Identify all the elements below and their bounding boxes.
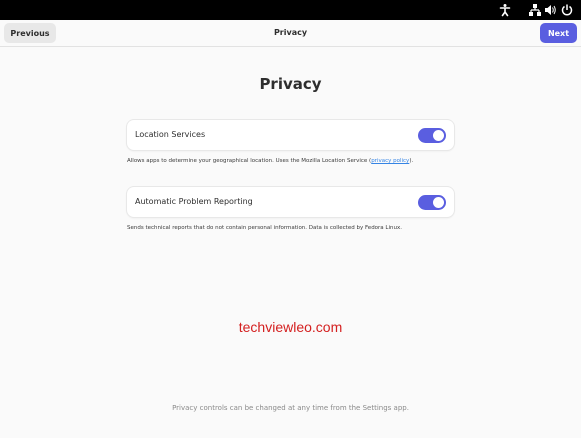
- location-services-label: Location Services: [135, 130, 206, 139]
- toggle-knob: [433, 130, 444, 141]
- location-services-description: Allows apps to determine your geographic…: [127, 158, 413, 164]
- problem-reporting-toggle[interactable]: [418, 195, 446, 210]
- accessibility-icon[interactable]: [498, 3, 512, 17]
- problem-reporting-label: Automatic Problem Reporting: [135, 197, 253, 206]
- location-desc-suffix: ).: [409, 158, 414, 164]
- toggle-knob: [433, 197, 444, 208]
- footer-note: Privacy controls can be changed at any t…: [172, 404, 409, 412]
- top-bar: [0, 0, 581, 20]
- page-title: Privacy: [259, 75, 322, 93]
- problem-reporting-row[interactable]: Automatic Problem Reporting: [127, 187, 454, 217]
- network-icon[interactable]: [528, 3, 542, 17]
- volume-icon[interactable]: [543, 3, 557, 17]
- problem-reporting-description: Sends technical reports that do not cont…: [127, 225, 402, 231]
- header-title: Privacy: [273, 28, 308, 37]
- privacy-policy-link[interactable]: privacy policy: [371, 158, 409, 164]
- location-desc-text: Allows apps to determine your geographic…: [127, 158, 372, 164]
- location-services-row[interactable]: Location Services: [127, 120, 454, 150]
- header-bar: Previous Privacy Next: [0, 20, 581, 47]
- watermark-text: techviewleo.com: [238, 319, 343, 335]
- next-button[interactable]: Next: [540, 23, 577, 43]
- power-icon[interactable]: [560, 3, 574, 17]
- location-services-toggle[interactable]: [418, 128, 446, 143]
